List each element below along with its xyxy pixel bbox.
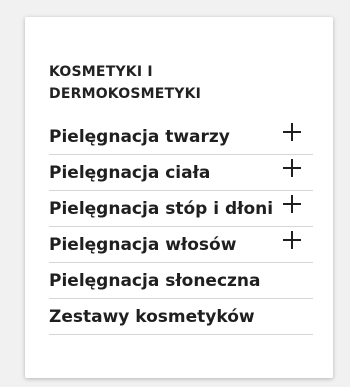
menu-item-label[interactable]: Pielęgnacja słoneczna [49, 269, 261, 293]
subcategory-menu: Pielęgnacja twarzy Pielęgnacja ciała Pie… [49, 119, 313, 335]
category-heading: KOSMETYKI I DERMOKOSMETYKI [49, 64, 202, 102]
menu-item-label[interactable]: Zestawy kosmetyków [49, 305, 255, 329]
menu-item-label[interactable]: Pielęgnacja stóp i dłoni [49, 197, 273, 221]
plus-icon[interactable] [283, 159, 301, 177]
plus-icon[interactable] [283, 195, 301, 213]
menu-item-pielegnacja-twarzy[interactable]: Pielęgnacja twarzy [49, 119, 313, 155]
menu-item-zestawy-kosmetykow[interactable]: Zestawy kosmetyków [49, 299, 313, 335]
menu-item-pielegnacja-ciala[interactable]: Pielęgnacja ciała [49, 155, 313, 191]
category-panel: KOSMETYKI I DERMOKOSMETYKI Pielęgnacja t… [25, 17, 333, 378]
menu-item-pielegnacja-sloneczna[interactable]: Pielęgnacja słoneczna [49, 263, 313, 299]
menu-item-label[interactable]: Pielęgnacja ciała [49, 161, 210, 185]
menu-item-pielegnacja-wlosow[interactable]: Pielęgnacja włosów [49, 227, 313, 263]
plus-icon[interactable] [283, 123, 301, 141]
menu-item-pielegnacja-stop-i-dloni[interactable]: Pielęgnacja stóp i dłoni [49, 191, 313, 227]
menu-item-label[interactable]: Pielęgnacja twarzy [49, 125, 230, 149]
plus-icon[interactable] [283, 231, 301, 249]
menu-item-label[interactable]: Pielęgnacja włosów [49, 233, 236, 257]
